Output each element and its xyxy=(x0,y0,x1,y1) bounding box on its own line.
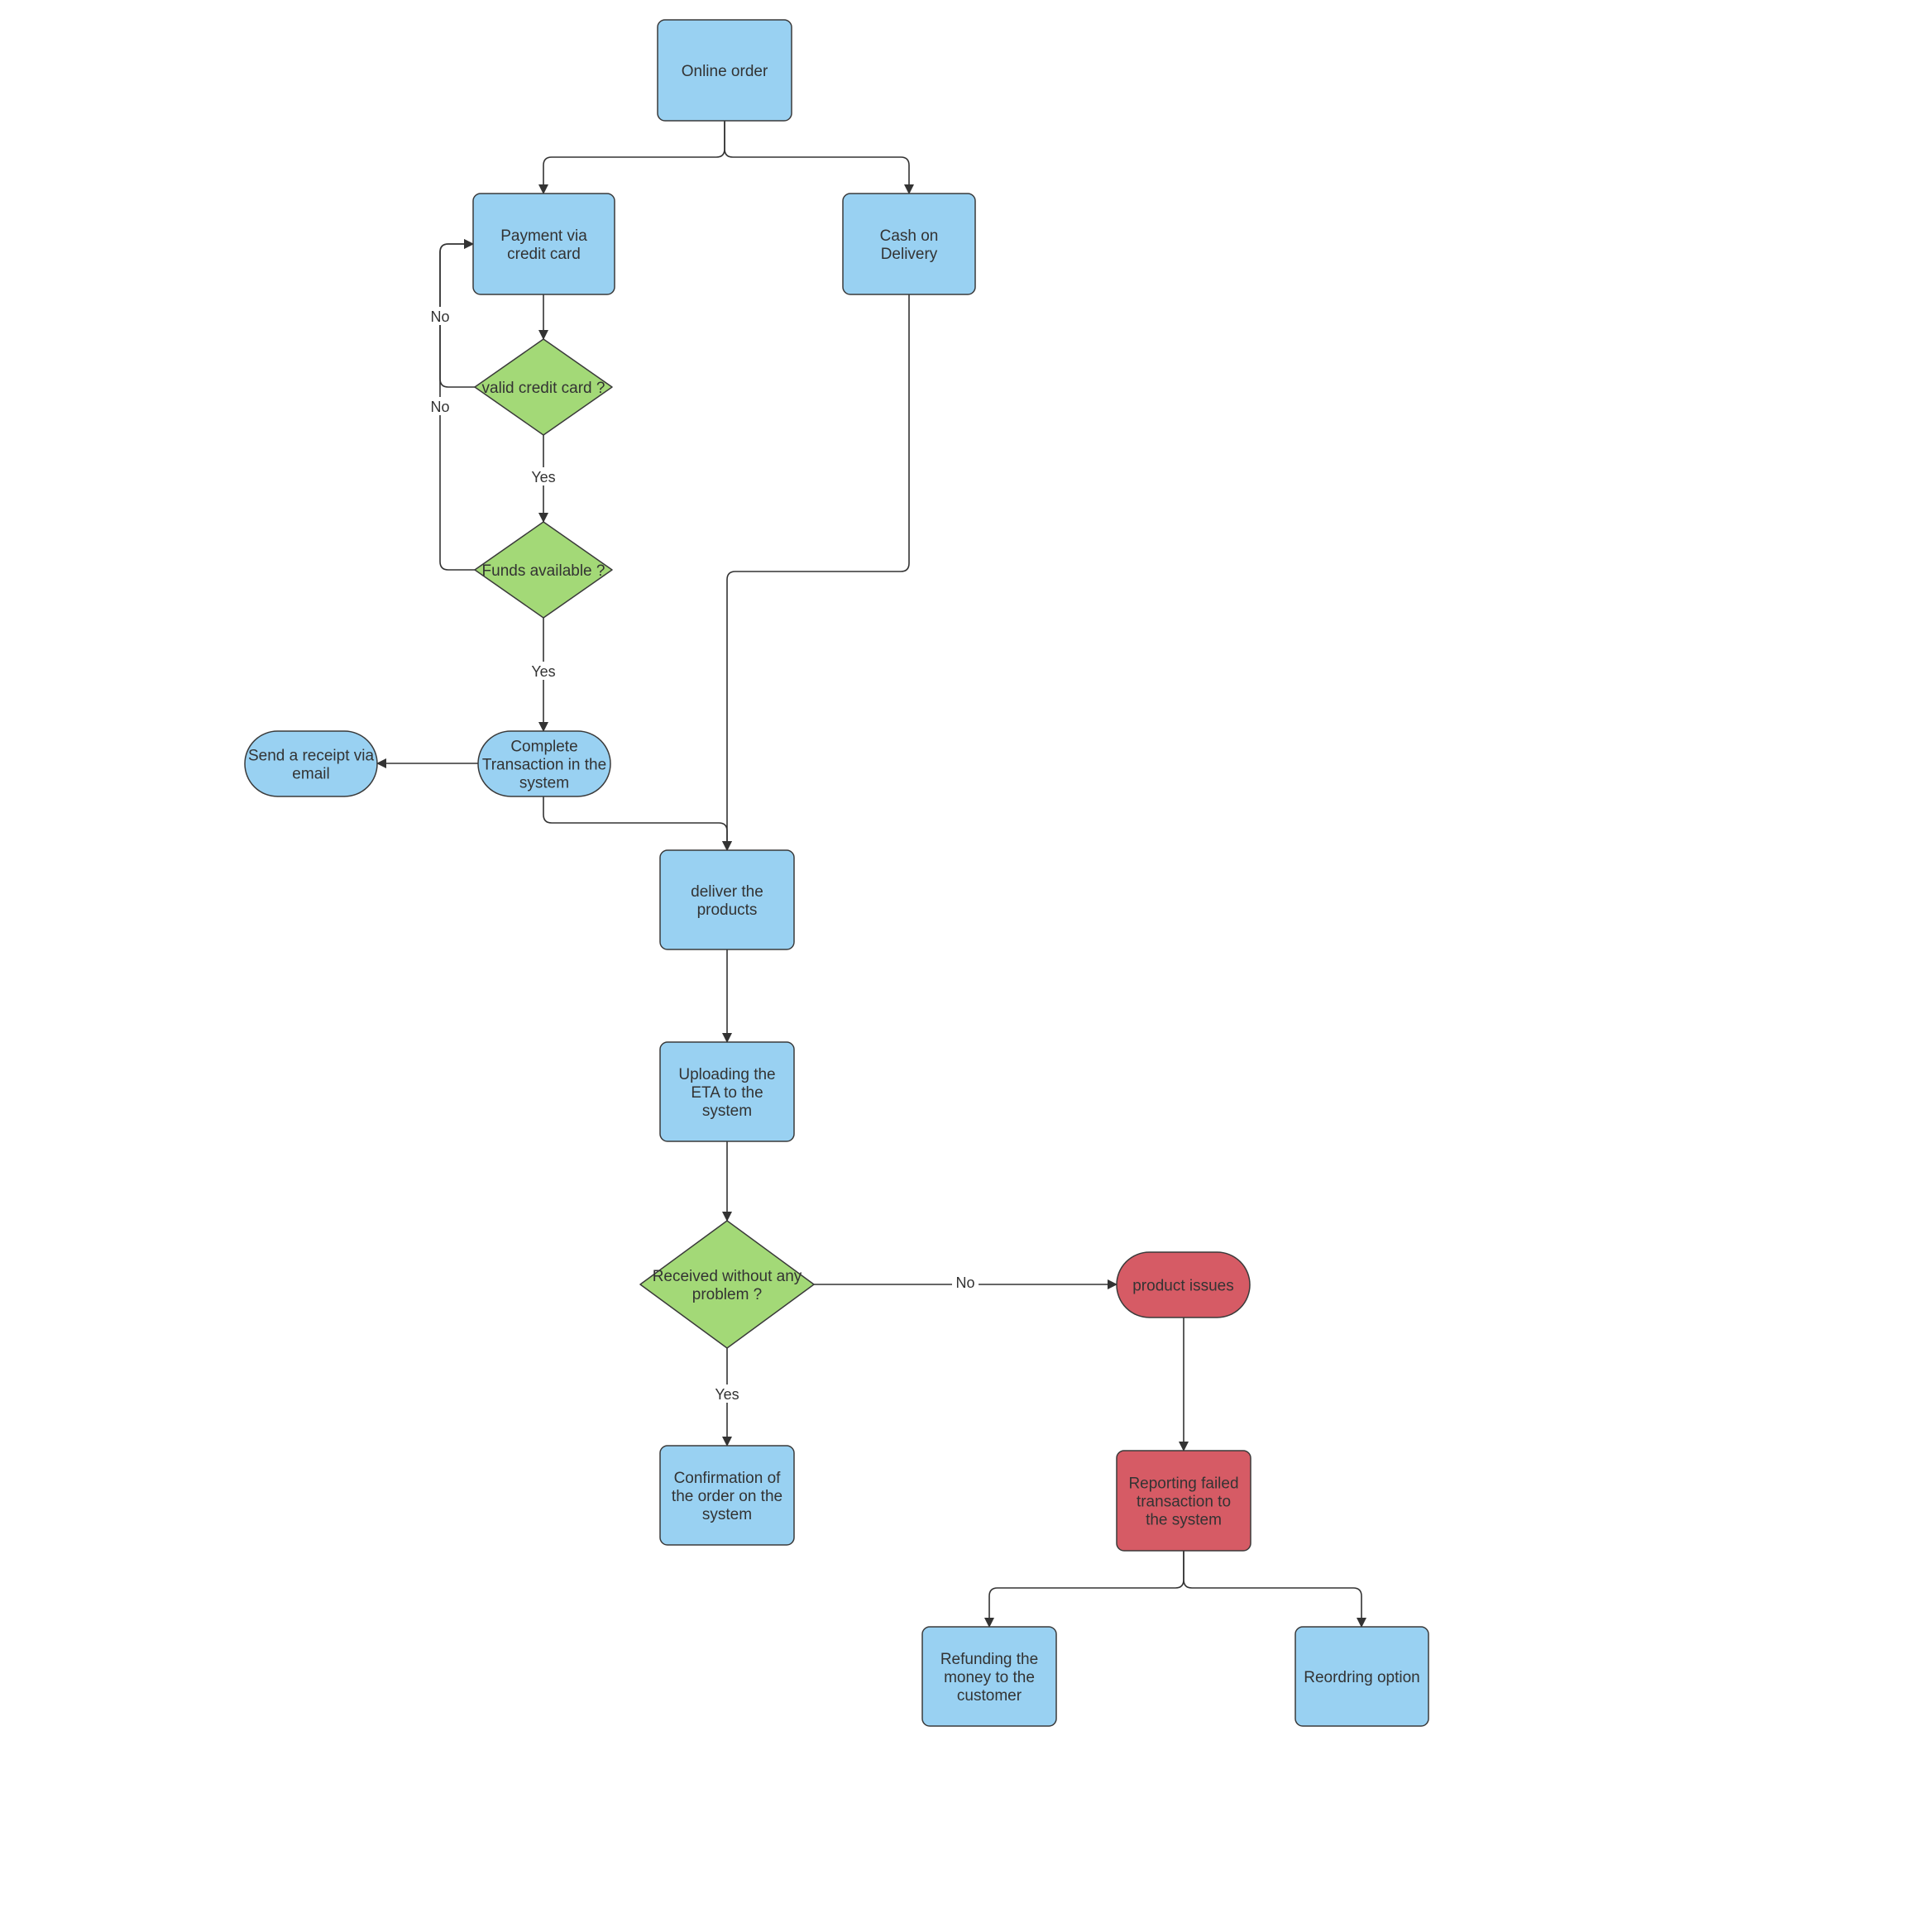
node-payment-cc[interactable]: Payment viacredit card xyxy=(472,193,615,295)
node-online-order[interactable]: Online order xyxy=(657,19,792,122)
node-label-line: system xyxy=(519,775,569,792)
node-label-line: ETA to the xyxy=(691,1084,763,1102)
node-product-issues[interactable]: product issues xyxy=(1116,1251,1251,1318)
edge-label-no: No xyxy=(952,1273,979,1291)
edge-label-yes: Yes xyxy=(530,467,557,485)
node-label-line: customer xyxy=(957,1687,1022,1705)
node-report-failed[interactable]: Reporting failedtransaction tothe system xyxy=(1116,1450,1251,1552)
node-label-line: money to the xyxy=(944,1669,1035,1686)
node-label-line: credit card xyxy=(507,246,581,263)
node-label-line: Reporting failed xyxy=(1128,1475,1238,1493)
node-complete-transaction[interactable]: CompleteTransaction in thesystem xyxy=(477,730,611,797)
edge-cash-on-delivery-to-deliver-products[interactable] xyxy=(722,294,910,851)
node-label-line: products xyxy=(697,901,758,919)
flowchart-canvas: Online order Payment viacredit card Cash o… xyxy=(244,19,1429,1727)
node-label-line: Uploading the xyxy=(678,1066,775,1083)
connector-arrow xyxy=(1183,1551,1366,1628)
edge-label-yes: Yes xyxy=(530,662,557,680)
node-label-line: Refunding the xyxy=(940,1651,1038,1668)
node-received-ok[interactable]: Received without anyproblem ? xyxy=(639,1220,815,1349)
edge-label-yes: Yes xyxy=(714,1384,740,1403)
node-reordering[interactable]: Reordring option xyxy=(1294,1626,1429,1727)
edge-report-failed-to-refunding[interactable] xyxy=(984,1551,1184,1628)
node-label-line: system xyxy=(702,1102,752,1120)
connector-arrow xyxy=(724,121,914,194)
node-upload-eta[interactable]: Uploading theETA to thesystem xyxy=(659,1041,795,1142)
node-label-line: Transaction in the xyxy=(482,757,606,774)
node-label-line: Funds available ? xyxy=(482,562,605,580)
node-label-line: the order on the xyxy=(672,1488,782,1505)
node-deliver-products[interactable]: deliver theproducts xyxy=(659,849,795,950)
node-label-line: email xyxy=(292,766,329,783)
edge-label-text: No xyxy=(430,399,449,415)
edge-complete-transaction-to-deliver-products[interactable] xyxy=(543,796,732,851)
edge-label-text: Yes xyxy=(715,1386,739,1403)
node-label-line: deliver the xyxy=(691,883,763,901)
edge-label-no: No xyxy=(427,307,453,325)
connector-arrow xyxy=(543,796,732,851)
node-label-line: the system xyxy=(1146,1512,1222,1529)
edge-label-text: Yes xyxy=(531,469,555,485)
node-label-line: Payment via xyxy=(500,227,587,245)
node-label-line: system xyxy=(702,1506,752,1523)
connector-arrow xyxy=(722,294,910,851)
node-label-line: transaction to xyxy=(1137,1494,1231,1511)
node-cash-on-delivery[interactable]: Cash onDelivery xyxy=(842,193,976,295)
connector-arrow xyxy=(538,121,725,194)
node-label-line: Online order xyxy=(682,63,768,80)
node-label-line: Reordring option xyxy=(1304,1669,1419,1686)
edges-layer xyxy=(376,121,1366,1628)
edge-report-failed-to-reordering[interactable] xyxy=(1183,1551,1366,1628)
node-label-line: Send a receipt via xyxy=(248,748,375,765)
node-label-line: product issues xyxy=(1132,1278,1234,1295)
node-label-line: valid credit card ? xyxy=(482,380,605,397)
node-label-line: Cash on xyxy=(880,227,939,245)
edge-label-text: No xyxy=(430,308,449,325)
connector-arrow xyxy=(984,1551,1184,1628)
edge-label-text: Yes xyxy=(531,663,555,680)
node-label-line: Delivery xyxy=(881,246,938,263)
node-valid-cc[interactable]: valid credit card ? xyxy=(474,338,613,436)
node-label-line: problem ? xyxy=(692,1286,763,1303)
node-send-receipt[interactable]: Send a receipt viaemail xyxy=(244,730,378,797)
node-refunding[interactable]: Refunding themoney to thecustomer xyxy=(921,1626,1057,1727)
nodes-layer: Online order Payment viacredit card Cash o… xyxy=(244,19,1429,1727)
node-funds-available[interactable]: Funds available ? xyxy=(474,521,613,619)
edge-label-no: No xyxy=(427,397,453,415)
edge-online-order-to-payment-cc[interactable] xyxy=(538,121,725,194)
node-label-line: Confirmation of xyxy=(674,1470,782,1487)
node-label-line: Complete xyxy=(510,739,577,756)
node-label-line: Received without any xyxy=(653,1268,802,1285)
node-confirmation[interactable]: Confirmation ofthe order on thesystem xyxy=(659,1445,795,1546)
edge-online-order-to-cash-on-delivery[interactable] xyxy=(724,121,914,194)
edge-label-text: No xyxy=(955,1274,974,1291)
